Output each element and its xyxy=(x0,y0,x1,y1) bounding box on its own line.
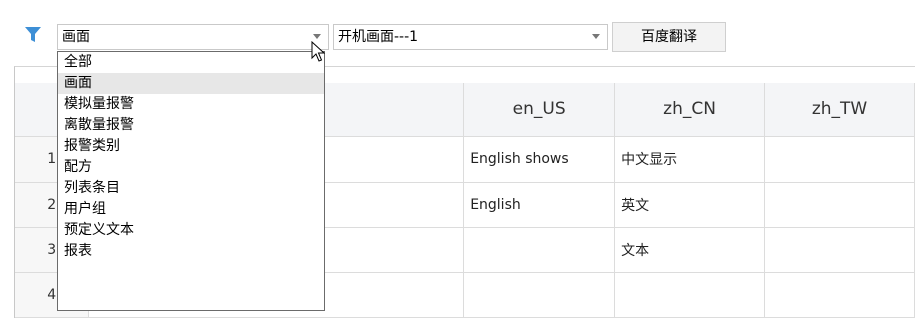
category-select-value: 画面 xyxy=(62,29,90,45)
dropdown-item-analog-alarm[interactable]: 模拟量报警 xyxy=(58,94,324,115)
cell-zh-tw[interactable] xyxy=(764,182,915,228)
category-dropdown-list[interactable]: 全部 画面 模拟量报警 离散量报警 报警类别 配方 列表条目 用户组 预定义文本… xyxy=(57,51,325,311)
cell-zh-tw[interactable] xyxy=(764,272,915,318)
cell-en-us[interactable]: English xyxy=(463,182,616,228)
cell-zh-cn[interactable] xyxy=(614,272,766,318)
category-select[interactable]: 画面 xyxy=(57,24,329,50)
dropdown-item-user-group[interactable]: 用户组 xyxy=(58,199,324,220)
dropdown-item-recipe[interactable]: 配方 xyxy=(58,157,324,178)
item-select-value: 开机画面---1 xyxy=(338,29,419,45)
dropdown-item-discrete-alarm[interactable]: 离散量报警 xyxy=(58,115,324,136)
cell-zh-tw[interactable] xyxy=(764,136,915,183)
column-header-en-us[interactable]: en_US xyxy=(463,83,616,137)
cell-zh-cn[interactable]: 中文显示 xyxy=(614,136,766,183)
column-header-zh-cn[interactable]: zh_CN xyxy=(614,83,766,137)
item-select[interactable]: 开机画面---1 xyxy=(333,24,608,50)
cell-zh-cn[interactable]: 文本 xyxy=(614,227,766,273)
dropdown-item-report[interactable]: 报表 xyxy=(58,241,324,262)
cell-en-us[interactable] xyxy=(463,272,616,318)
dropdown-item-screen[interactable]: 画面 xyxy=(58,73,324,94)
baidu-translate-button[interactable]: 百度翻译 xyxy=(612,22,726,52)
cell-zh-cn[interactable]: 英文 xyxy=(614,182,766,228)
dropdown-item-list-entry[interactable]: 列表条目 xyxy=(58,178,324,199)
mouse-pointer-icon xyxy=(311,41,325,62)
cell-zh-tw[interactable] xyxy=(764,227,915,273)
filter-icon[interactable] xyxy=(24,26,42,44)
chevron-down-icon[interactable] xyxy=(585,25,607,49)
dropdown-item-alarm-category[interactable]: 报警类别 xyxy=(58,136,324,157)
cell-en-us[interactable]: English shows xyxy=(463,136,616,183)
cell-en-us[interactable] xyxy=(463,227,616,273)
dropdown-item-all[interactable]: 全部 xyxy=(58,52,324,73)
dropdown-item-predefined-text[interactable]: 预定义文本 xyxy=(58,220,324,241)
column-header-zh-tw[interactable]: zh_TW xyxy=(764,83,915,137)
